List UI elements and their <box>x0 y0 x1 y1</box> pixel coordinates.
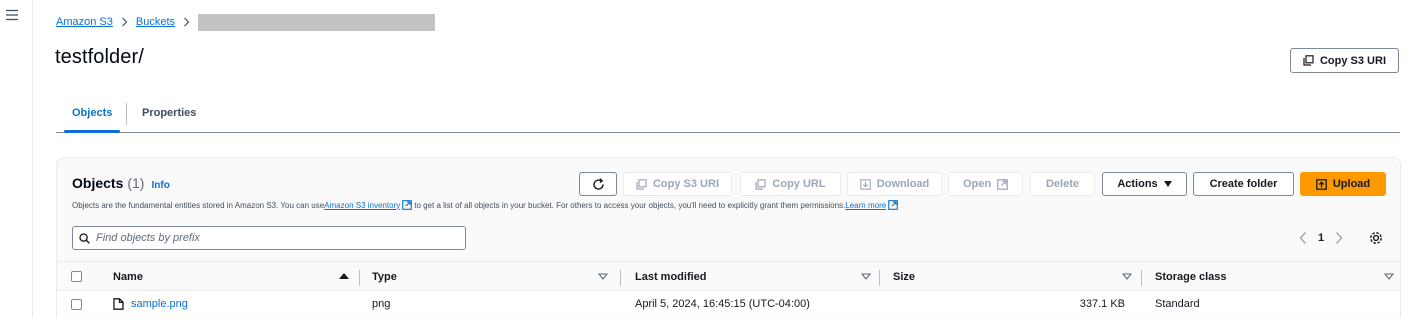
tab-divider <box>126 103 127 125</box>
objects-table: Name Type Last modified Size Storage cla… <box>57 261 1400 317</box>
download-icon <box>859 178 871 190</box>
actions-label: Actions <box>1117 178 1158 190</box>
object-type-cell: png <box>372 298 391 310</box>
copy-s3-uri-button[interactable]: Copy S3 URI <box>1290 48 1399 73</box>
info-link[interactable]: Info <box>151 180 169 191</box>
page-number[interactable]: 1 <box>1318 232 1324 244</box>
search-icon <box>79 232 90 244</box>
caret-down-icon <box>1163 181 1172 187</box>
tab-bar: Objects Properties <box>56 99 1400 133</box>
upload-label: Upload <box>1332 178 1371 190</box>
column-header-size[interactable]: Size <box>893 262 915 292</box>
copy-url-button[interactable]: Copy URL <box>740 172 841 196</box>
chevron-right-icon[interactable] <box>1334 231 1344 245</box>
breadcrumb: Amazon S3 Buckets <box>56 13 436 31</box>
copy-icon <box>755 178 767 190</box>
table-header: Name Type Last modified Size Storage cla… <box>57 261 1400 292</box>
search-input[interactable] <box>96 232 456 244</box>
sort-icon[interactable] <box>1122 271 1132 281</box>
object-storage-class-cell: Standard <box>1155 298 1200 310</box>
copy-icon <box>636 178 647 190</box>
file-icon <box>113 298 124 310</box>
column-header-type[interactable]: Type <box>372 262 397 292</box>
upload-icon <box>1316 178 1327 190</box>
copy-s3-uri-toolbar-label: Copy S3 URI <box>652 178 719 190</box>
column-header-name[interactable]: Name <box>113 262 143 292</box>
sort-icon[interactable] <box>1384 271 1394 281</box>
external-link-icon <box>402 200 413 210</box>
panel-description: Objects are the fundamental entities sto… <box>72 200 900 210</box>
object-count: (1) <box>127 175 145 191</box>
object-last-modified-cell: April 5, 2024, 16:45:15 (UTC-04:00) <box>635 298 810 310</box>
page-title: testfolder/ <box>55 46 144 68</box>
navigation-rail-divider <box>32 0 33 318</box>
tab-objects[interactable]: Objects <box>72 99 112 127</box>
column-header-last-modified[interactable]: Last modified <box>635 262 707 292</box>
create-folder-button[interactable]: Create folder <box>1193 172 1294 196</box>
objects-panel: Objects (1) Info Objects are the fundame… <box>56 157 1401 318</box>
upload-button[interactable]: Upload <box>1300 172 1386 196</box>
gear-icon[interactable] <box>1368 230 1384 246</box>
column-header-storage-class[interactable]: Storage class <box>1155 262 1227 292</box>
select-all-checkbox[interactable] <box>71 271 82 282</box>
panel-title: Objects <box>72 175 124 191</box>
column-resizer[interactable] <box>879 270 880 286</box>
copy-url-label: Copy URL <box>772 178 826 190</box>
object-name-cell[interactable]: sample.png <box>113 291 188 317</box>
external-link-icon <box>888 200 899 210</box>
sort-ascending-icon[interactable] <box>339 271 349 281</box>
breadcrumb-redacted-bucket <box>198 13 436 31</box>
download-label: Download <box>876 178 930 190</box>
s3-inventory-link[interactable]: Amazon S3 inventory <box>324 201 400 210</box>
refresh-button[interactable] <box>579 172 617 196</box>
create-folder-label: Create folder <box>1209 178 1278 190</box>
search-field <box>72 226 466 250</box>
chevron-left-icon[interactable] <box>1298 231 1308 245</box>
copy-s3-uri-label: Copy S3 URI <box>1319 54 1386 67</box>
sort-icon[interactable] <box>598 271 608 281</box>
copy-icon <box>1303 55 1314 66</box>
chevron-right-icon <box>121 17 128 27</box>
open-button[interactable]: Open <box>948 172 1023 196</box>
delete-button[interactable]: Delete <box>1030 172 1095 196</box>
column-resizer[interactable] <box>359 270 360 286</box>
external-link-icon <box>997 178 1008 190</box>
tab-properties[interactable]: Properties <box>142 99 196 127</box>
chevron-right-icon <box>184 17 190 27</box>
table-row[interactable]: sample.png png April 5, 2024, 16:45:15 (… <box>57 291 1400 317</box>
column-resizer[interactable] <box>620 270 621 286</box>
description-text-1: Objects are the fundamental entities sto… <box>72 200 325 210</box>
sort-icon[interactable] <box>861 271 871 281</box>
refresh-icon <box>592 177 604 190</box>
column-resizer[interactable] <box>1141 270 1142 286</box>
open-label: Open <box>962 178 992 190</box>
description-text-2: to get a list of all objects in your buc… <box>414 200 846 210</box>
active-tab-indicator <box>64 130 120 133</box>
object-size-cell: 337.1 KB <box>1079 298 1125 310</box>
row-checkbox[interactable] <box>71 299 82 310</box>
learn-more-link[interactable]: Learn more <box>845 201 886 210</box>
object-name-link[interactable]: sample.png <box>131 298 188 310</box>
hamburger-icon[interactable] <box>5 9 19 21</box>
actions-dropdown[interactable]: Actions <box>1102 172 1187 196</box>
copy-s3-uri-toolbar-button[interactable]: Copy S3 URI <box>623 172 732 196</box>
panel-header: Objects (1) Info <box>72 175 170 191</box>
pagination: 1 <box>1298 231 1344 245</box>
download-button[interactable]: Download <box>847 172 942 196</box>
delete-label: Delete <box>1045 178 1080 190</box>
breadcrumb-buckets[interactable]: Buckets <box>136 16 175 28</box>
breadcrumb-amazon-s3[interactable]: Amazon S3 <box>56 16 113 28</box>
